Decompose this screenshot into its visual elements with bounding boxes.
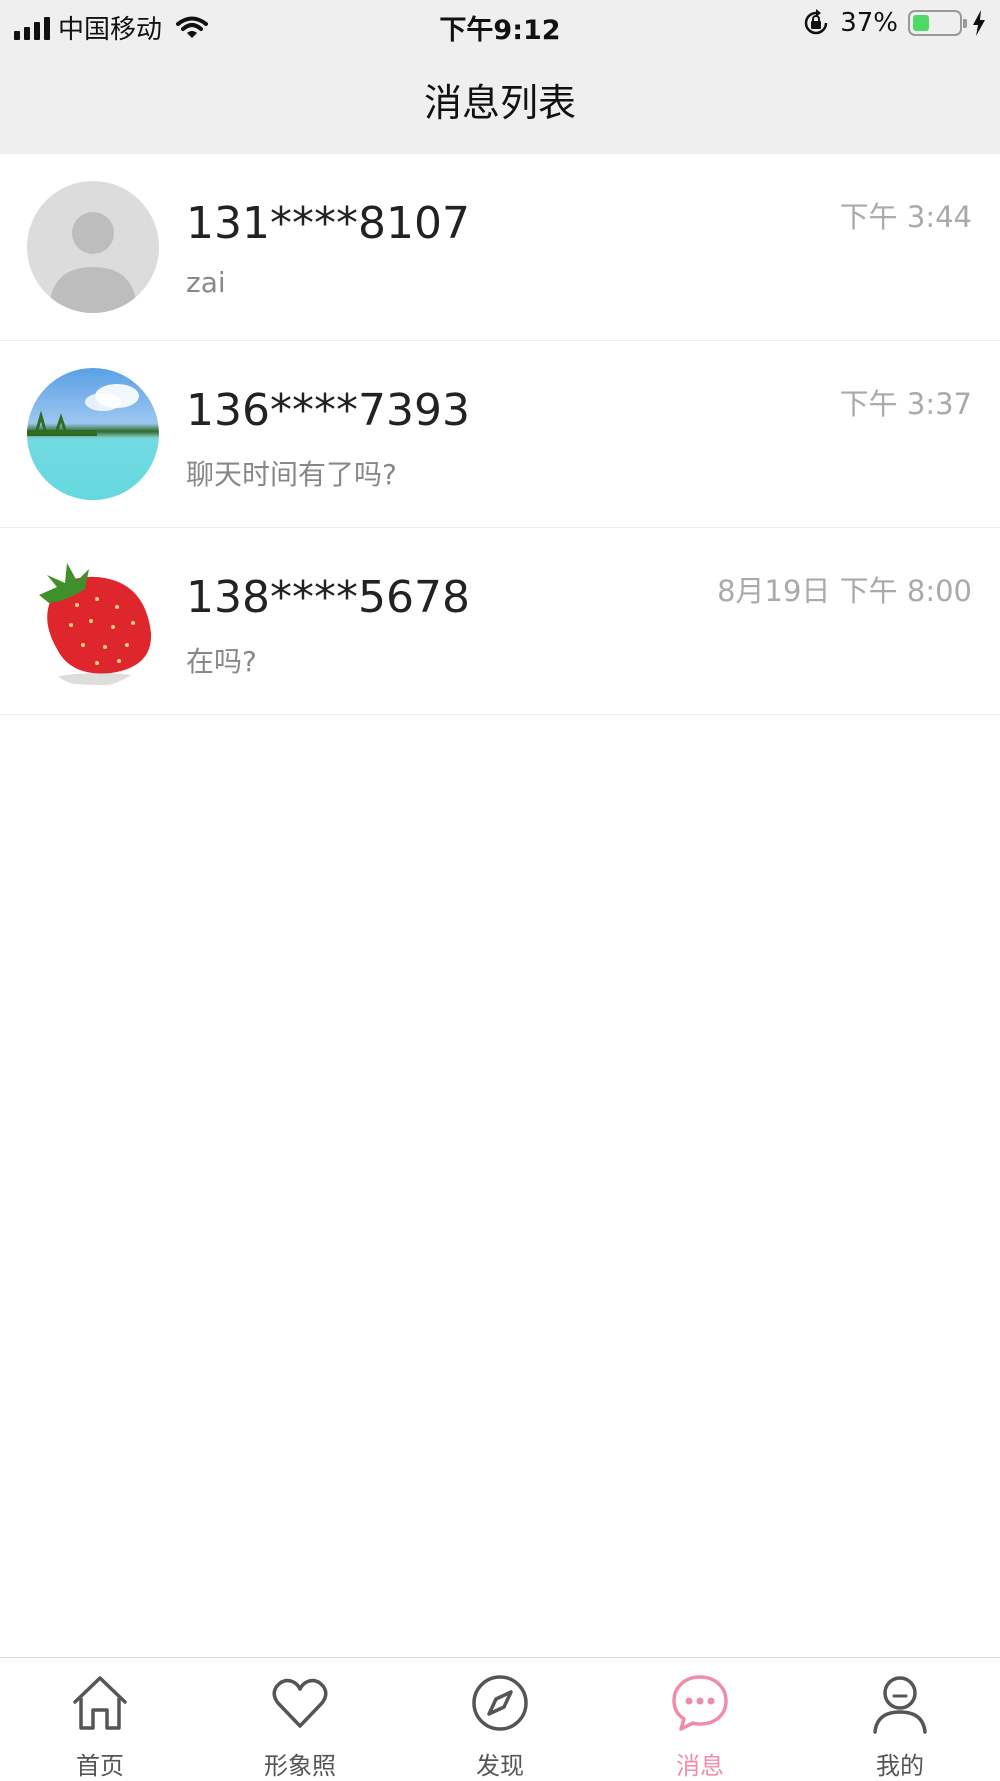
page-title: 消息列表 (423, 81, 576, 125)
default-avatar (27, 181, 159, 313)
tab-label: 发现 (476, 1752, 524, 1780)
contact-name: 131****8107 (186, 198, 470, 249)
message-preview: zai (186, 266, 226, 299)
compass-icon (472, 1675, 528, 1731)
tab-profile[interactable]: 我的 (800, 1658, 1000, 1780)
tab-label: 形象照 (264, 1752, 336, 1780)
tab-home[interactable]: 首页 (0, 1658, 200, 1780)
charging-bolt-icon (973, 10, 985, 36)
tab-bar: 首页 形象照 发现 消息 我的 (0, 1657, 1000, 1780)
tab-label: 消息 (676, 1752, 724, 1780)
message-preview: 聊天时间有了吗? (186, 458, 397, 491)
tab-portrait[interactable]: 形象照 (200, 1658, 400, 1780)
tab-discover[interactable]: 发现 (400, 1658, 600, 1780)
message-row[interactable]: 136****7393 聊天时间有了吗? 下午 3:37 (0, 341, 1000, 528)
message-row[interactable]: 131****8107 zai 下午 3:44 (0, 154, 1000, 341)
status-bar: 中国移动 下午9:12 37% (0, 0, 1000, 50)
message-time: 下午 3:37 (839, 387, 972, 421)
orientation-lock-icon (804, 9, 828, 35)
message-row[interactable]: 138****5678 在吗? 8月19日 下午 8:00 (0, 528, 1000, 715)
battery-percent: 37% (840, 8, 898, 38)
chat-bubble-icon (672, 1675, 728, 1731)
heart-icon (272, 1678, 328, 1728)
tab-label: 我的 (876, 1752, 924, 1780)
message-time: 8月19日 下午 8:00 (717, 574, 972, 608)
beach-avatar (27, 368, 159, 500)
home-icon (73, 1676, 127, 1730)
top-bar: 中国移动 下午9:12 37% 消息列表 (0, 0, 1000, 154)
message-time: 下午 3:44 (839, 200, 972, 234)
message-preview: 在吗? (186, 645, 257, 678)
strawberry-avatar (27, 555, 159, 687)
message-list: 131****8107 zai 下午 3:44 136****7393 聊天时间… (0, 154, 1000, 715)
battery-icon (908, 10, 967, 36)
contact-name: 136****7393 (186, 385, 470, 436)
person-icon (873, 1676, 927, 1734)
tab-messages[interactable]: 消息 (600, 1658, 800, 1780)
contact-name: 138****5678 (186, 572, 470, 623)
tab-label: 首页 (76, 1752, 124, 1780)
